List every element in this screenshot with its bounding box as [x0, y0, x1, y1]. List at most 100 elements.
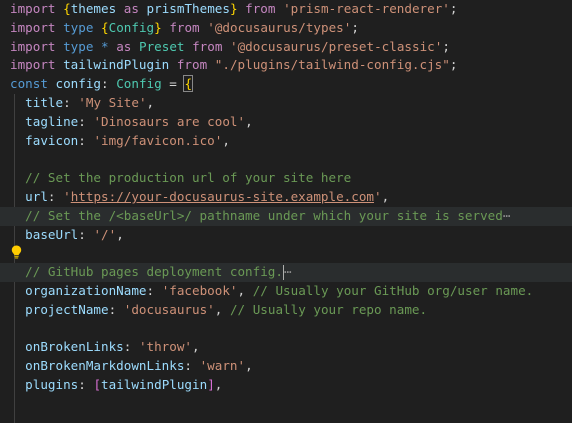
token: tailwindPlugin	[101, 376, 208, 392]
code-line-12: // Set the /<baseUrl>/ pathname under wh…	[0, 206, 572, 226]
token: {	[63, 1, 71, 16]
token: 'docusaurus'	[123, 301, 215, 317]
token: from	[192, 38, 223, 54]
token: tailwindPlugin	[63, 57, 170, 73]
token: 'img/favicon.ico'	[93, 132, 223, 148]
token: 'My Site'	[78, 94, 147, 110]
token: from	[169, 19, 200, 35]
token: ;	[449, 57, 458, 73]
token: baseUrl	[25, 226, 79, 242]
code-line-20: onBrokenMarkdownLinks: 'warn',	[0, 357, 572, 376]
code-line-13: baseUrl: '/',	[0, 226, 572, 245]
token: ,	[214, 376, 223, 392]
token: :	[123, 339, 132, 355]
token: ,	[214, 301, 223, 317]
token: }	[229, 1, 238, 16]
token: :	[47, 188, 56, 204]
token: :	[101, 76, 109, 92]
token: *	[101, 38, 109, 54]
lightbulb-icon[interactable]	[11, 245, 22, 259]
folded-region-ellipsis[interactable]: ⋯	[284, 264, 292, 279]
comment: // Usually your GitHub org/user name.	[252, 282, 534, 298]
token: themes	[70, 1, 117, 16]
token: 'Dinosaurs are cool'	[93, 113, 246, 129]
token: '@docusaurus/types'	[207, 19, 352, 35]
token: }	[154, 19, 162, 35]
token: :	[184, 358, 192, 374]
token: config	[55, 76, 102, 92]
token: prismThemes	[146, 1, 230, 16]
token: :	[78, 226, 86, 242]
token: tagline	[25, 113, 79, 129]
token: :	[108, 301, 117, 317]
token: Config	[116, 76, 162, 92]
token: '	[63, 188, 71, 204]
comment: // Usually your repo name.	[229, 301, 428, 317]
code-line-10: // Set the production url of your site h…	[0, 169, 572, 188]
code-line-3: import type * as Preset from '@docusauru…	[0, 38, 572, 57]
token: 'prism-react-renderer'	[283, 1, 450, 16]
token: projectName	[25, 301, 109, 317]
url-link[interactable]: https://your-docusaurus-site.example.com	[71, 189, 374, 204]
token: '/'	[93, 226, 117, 242]
token: ;	[449, 1, 458, 16]
code-line-5: const config: Config = {	[0, 75, 572, 94]
token: as	[116, 38, 132, 54]
code-line-6: title: 'My Site',	[0, 94, 572, 113]
token: import	[10, 19, 56, 35]
code-line-17: projectName: 'docusaurus', // Usually yo…	[0, 301, 572, 320]
token: ,	[116, 226, 124, 242]
code-editor[interactable]: import {themes as prismThemes} from 'pri…	[0, 0, 572, 423]
token: const	[10, 76, 48, 92]
token: ,	[192, 339, 200, 355]
token: '	[374, 188, 382, 204]
code-line-21: plugins: [tailwindPlugin],	[0, 376, 572, 395]
token: [	[93, 376, 102, 392]
token: =	[169, 76, 177, 92]
token: from	[245, 1, 276, 16]
token: onBrokenMarkdownLinks	[25, 358, 185, 374]
token: from	[176, 57, 208, 73]
token: 'throw'	[138, 339, 193, 355]
token: 'warn'	[199, 358, 246, 374]
token: :	[78, 113, 86, 129]
token: ,	[245, 113, 253, 129]
token: onBrokenLinks	[25, 339, 124, 355]
token: type	[63, 19, 94, 35]
token: title	[25, 94, 64, 110]
token: import	[10, 57, 56, 73]
matched-brace: {	[183, 75, 194, 93]
code-line-2: import type {Config} from '@docusaurus/t…	[0, 19, 572, 38]
token: ;	[351, 19, 359, 35]
token: import	[10, 1, 56, 16]
token: favicon	[25, 132, 79, 148]
token: ,	[237, 282, 246, 298]
token: organizationName	[25, 282, 147, 298]
code-line-1: import {themes as prismThemes} from 'pri…	[0, 0, 572, 19]
token: ,	[146, 94, 155, 110]
token: ]	[207, 376, 215, 392]
token: :	[63, 94, 71, 110]
token: import	[10, 38, 56, 54]
token: :	[146, 282, 155, 298]
comment: // Set the production url of your site h…	[25, 170, 352, 186]
token: {	[101, 19, 109, 35]
folded-region-ellipsis[interactable]: ⋯	[503, 208, 511, 223]
token: Preset	[138, 38, 185, 54]
code-line-16: organizationName: 'facebook', // Usually…	[0, 282, 572, 301]
token: '@docusaurus/preset-classic'	[230, 38, 443, 54]
token: ,	[222, 132, 230, 148]
code-line-8: favicon: 'img/favicon.ico',	[0, 132, 572, 151]
token: ;	[442, 38, 450, 54]
token: ,	[381, 188, 390, 204]
code-line-4: import tailwindPlugin from "./plugins/ta…	[0, 56, 572, 75]
token: type	[63, 38, 94, 54]
comment: // GitHub pages deployment config.	[25, 264, 283, 280]
code-line-15: // GitHub pages deployment config.⋯	[0, 263, 572, 282]
token: ,	[245, 358, 253, 374]
token: :	[78, 376, 86, 392]
token: url	[25, 188, 48, 204]
token: :	[78, 132, 86, 148]
